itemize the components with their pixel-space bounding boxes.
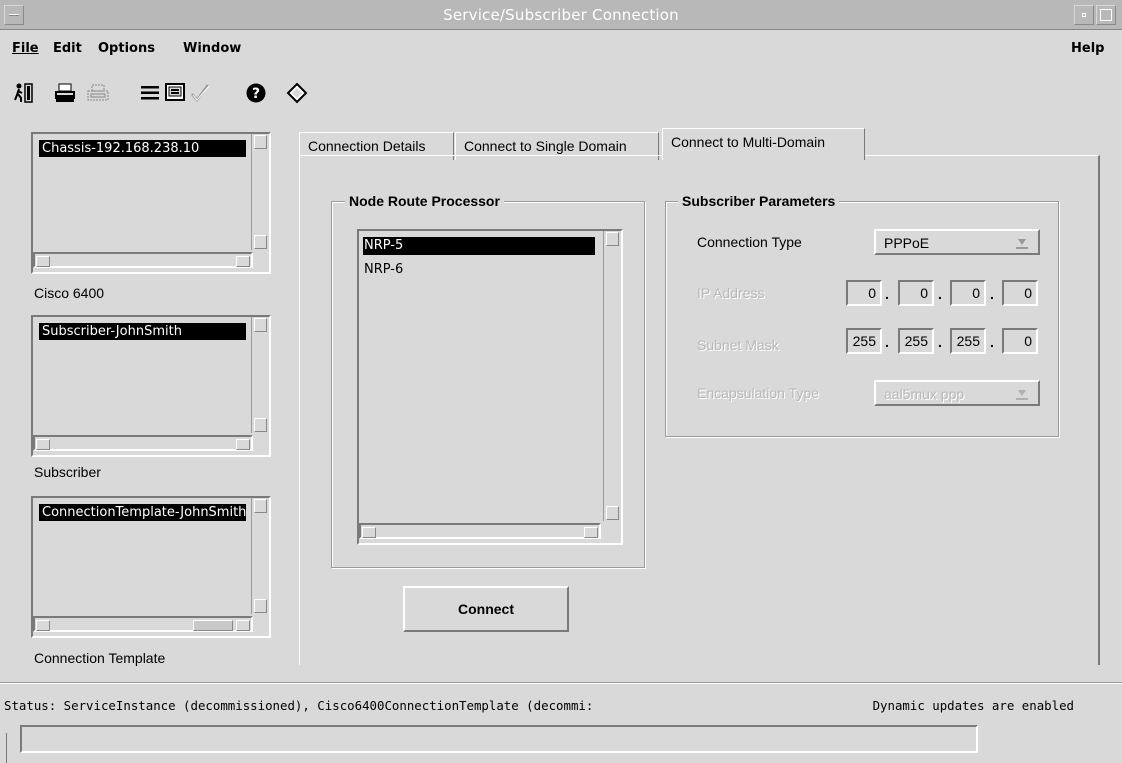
nrp-list[interactable]: NRP-5 NRP-6 <box>357 229 623 545</box>
template-hscrollbar[interactable] <box>33 616 253 632</box>
subscriber-list-item[interactable]: Subscriber-JohnSmith <box>39 323 246 340</box>
template-caption: Connection Template <box>34 650 166 666</box>
help-icon[interactable]: ? <box>244 80 268 106</box>
chassis-list-item[interactable]: Chassis-192.168.238.10 <box>39 140 246 157</box>
checkmark-icon[interactable] <box>188 80 212 106</box>
connection-type-label: Connection Type <box>697 234 802 250</box>
nrp-hscrollbar[interactable] <box>359 523 601 539</box>
status-message-field <box>20 725 978 753</box>
chassis-list[interactable]: Chassis-192.168.238.10 <box>31 132 271 274</box>
menu-file[interactable]: File <box>12 41 39 56</box>
menu-bar: File Edit Options Window Help <box>0 31 1122 71</box>
subscriber-list[interactable]: Subscriber-JohnSmith <box>31 315 271 457</box>
monitor-icon[interactable] <box>163 80 187 106</box>
subnet-octet-4[interactable]: 0 <box>1002 328 1038 354</box>
chassis-vscrollbar[interactable] <box>251 134 269 250</box>
subnet-octet-2[interactable]: 255 <box>898 328 934 354</box>
exit-icon[interactable] <box>12 80 36 106</box>
subscriber-parameters-label: Subscriber Parameters <box>678 193 840 209</box>
menu-options[interactable]: Options <box>98 41 155 56</box>
subnet-dot: . <box>938 334 942 350</box>
ip-octet-3[interactable]: 0 <box>950 280 986 306</box>
node-route-processor-label: Node Route Processor <box>345 193 504 209</box>
chassis-caption: Cisco 6400 <box>34 285 105 301</box>
encapsulation-type-label: Encapsulation Type <box>697 385 819 401</box>
subscriber-vscrollbar[interactable] <box>251 317 269 433</box>
subscriber-hscrollbar[interactable] <box>33 435 253 451</box>
connect-button[interactable]: Connect <box>403 586 569 632</box>
subnet-mask-label: Subnet Mask <box>697 337 779 353</box>
ip-dot: . <box>885 286 889 302</box>
ip-address-label: IP Address <box>697 285 765 301</box>
tab-connect-multi-domain[interactable]: Connect to Multi-Domain <box>662 128 865 160</box>
menu-window[interactable]: Window <box>183 41 241 56</box>
chevron-down-icon <box>1012 236 1032 250</box>
status-bar: Status: ServiceInstance (decommissioned)… <box>0 682 1122 763</box>
window-title: Service/Subscriber Connection <box>443 6 679 24</box>
status-text: Status: ServiceInstance (decommissioned)… <box>4 698 594 713</box>
template-vscrollbar[interactable] <box>251 498 269 614</box>
encapsulation-type-select[interactable]: aal5mux ppp <box>874 380 1040 406</box>
toolbar: ? <box>0 74 1122 110</box>
title-bar[interactable]: Service/Subscriber Connection <box>0 0 1122 30</box>
ip-dot: . <box>990 286 994 302</box>
subnet-dot: . <box>885 334 889 350</box>
menu-edit[interactable]: Edit <box>53 41 82 56</box>
diamond-icon[interactable] <box>285 80 309 106</box>
chevron-down-icon <box>1012 387 1032 401</box>
template-list[interactable]: ConnectionTemplate-JohnSmith <box>31 496 271 638</box>
nrp-list-item[interactable]: NRP-6 <box>364 262 403 277</box>
nrp-vscrollbar[interactable] <box>603 231 621 521</box>
list-icon[interactable] <box>138 80 162 106</box>
print-icon[interactable] <box>53 80 77 106</box>
svg-text:?: ? <box>252 86 260 102</box>
ip-dot: . <box>938 286 942 302</box>
ip-octet-1[interactable]: 0 <box>846 280 882 306</box>
dynamic-updates-text: Dynamic updates are enabled <box>872 698 1074 713</box>
menu-help[interactable]: Help <box>1071 41 1104 56</box>
subnet-octet-1[interactable]: 255 <box>846 328 882 354</box>
maximize-button[interactable] <box>1096 5 1116 25</box>
print-preview-icon[interactable] <box>86 80 110 106</box>
subnet-octet-3[interactable]: 255 <box>950 328 986 354</box>
nrp-list-item[interactable]: NRP-5 <box>364 238 403 253</box>
connection-type-select[interactable]: PPPoE <box>874 229 1040 255</box>
ip-octet-2[interactable]: 0 <box>898 280 934 306</box>
resize-grip[interactable] <box>6 733 12 763</box>
subnet-dot: . <box>990 334 994 350</box>
minimize-button[interactable] <box>1074 5 1094 25</box>
ip-octet-4[interactable]: 0 <box>1002 280 1038 306</box>
subscriber-caption: Subscriber <box>34 464 101 480</box>
template-list-item[interactable]: ConnectionTemplate-JohnSmith <box>39 504 246 521</box>
chassis-hscrollbar[interactable] <box>33 252 253 268</box>
